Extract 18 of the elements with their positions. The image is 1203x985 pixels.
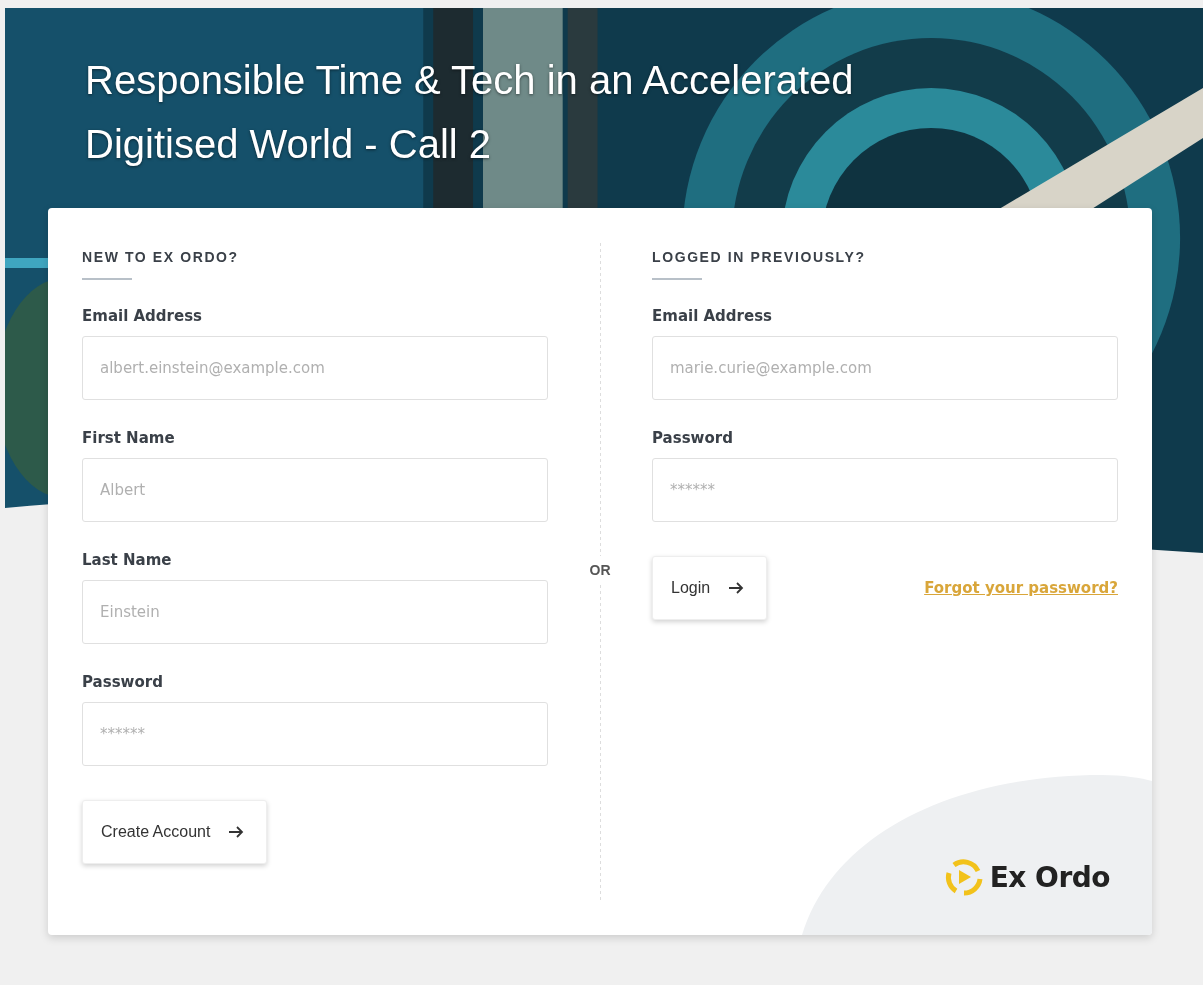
field-label: Email Address (82, 306, 203, 326)
input-field[interactable]: albert.einstein@example.com (82, 336, 548, 400)
field-label: Password (652, 428, 734, 448)
input-field[interactable]: ****** (652, 458, 1118, 522)
login-button[interactable]: Login (652, 556, 768, 620)
section-heading: NEW TO EX ORDO? (82, 248, 240, 266)
field-label: Email Address (652, 306, 773, 326)
field-label: First Name (82, 428, 176, 448)
field-label: Last Name (82, 550, 173, 570)
input-field[interactable]: Albert (82, 458, 548, 522)
field-label: Password (82, 672, 164, 692)
input-field[interactable]: ****** (82, 702, 548, 766)
create-account-button[interactable]: Create Account (82, 800, 268, 864)
section-heading: LOGGED IN PREVIOUSLY? (652, 248, 867, 266)
or-label: OR (589, 556, 611, 584)
input-field[interactable]: Einstein (82, 580, 548, 644)
logo-text: Ex Ordo (989, 860, 1110, 894)
input-field[interactable]: marie.curie@example.com (652, 336, 1118, 400)
